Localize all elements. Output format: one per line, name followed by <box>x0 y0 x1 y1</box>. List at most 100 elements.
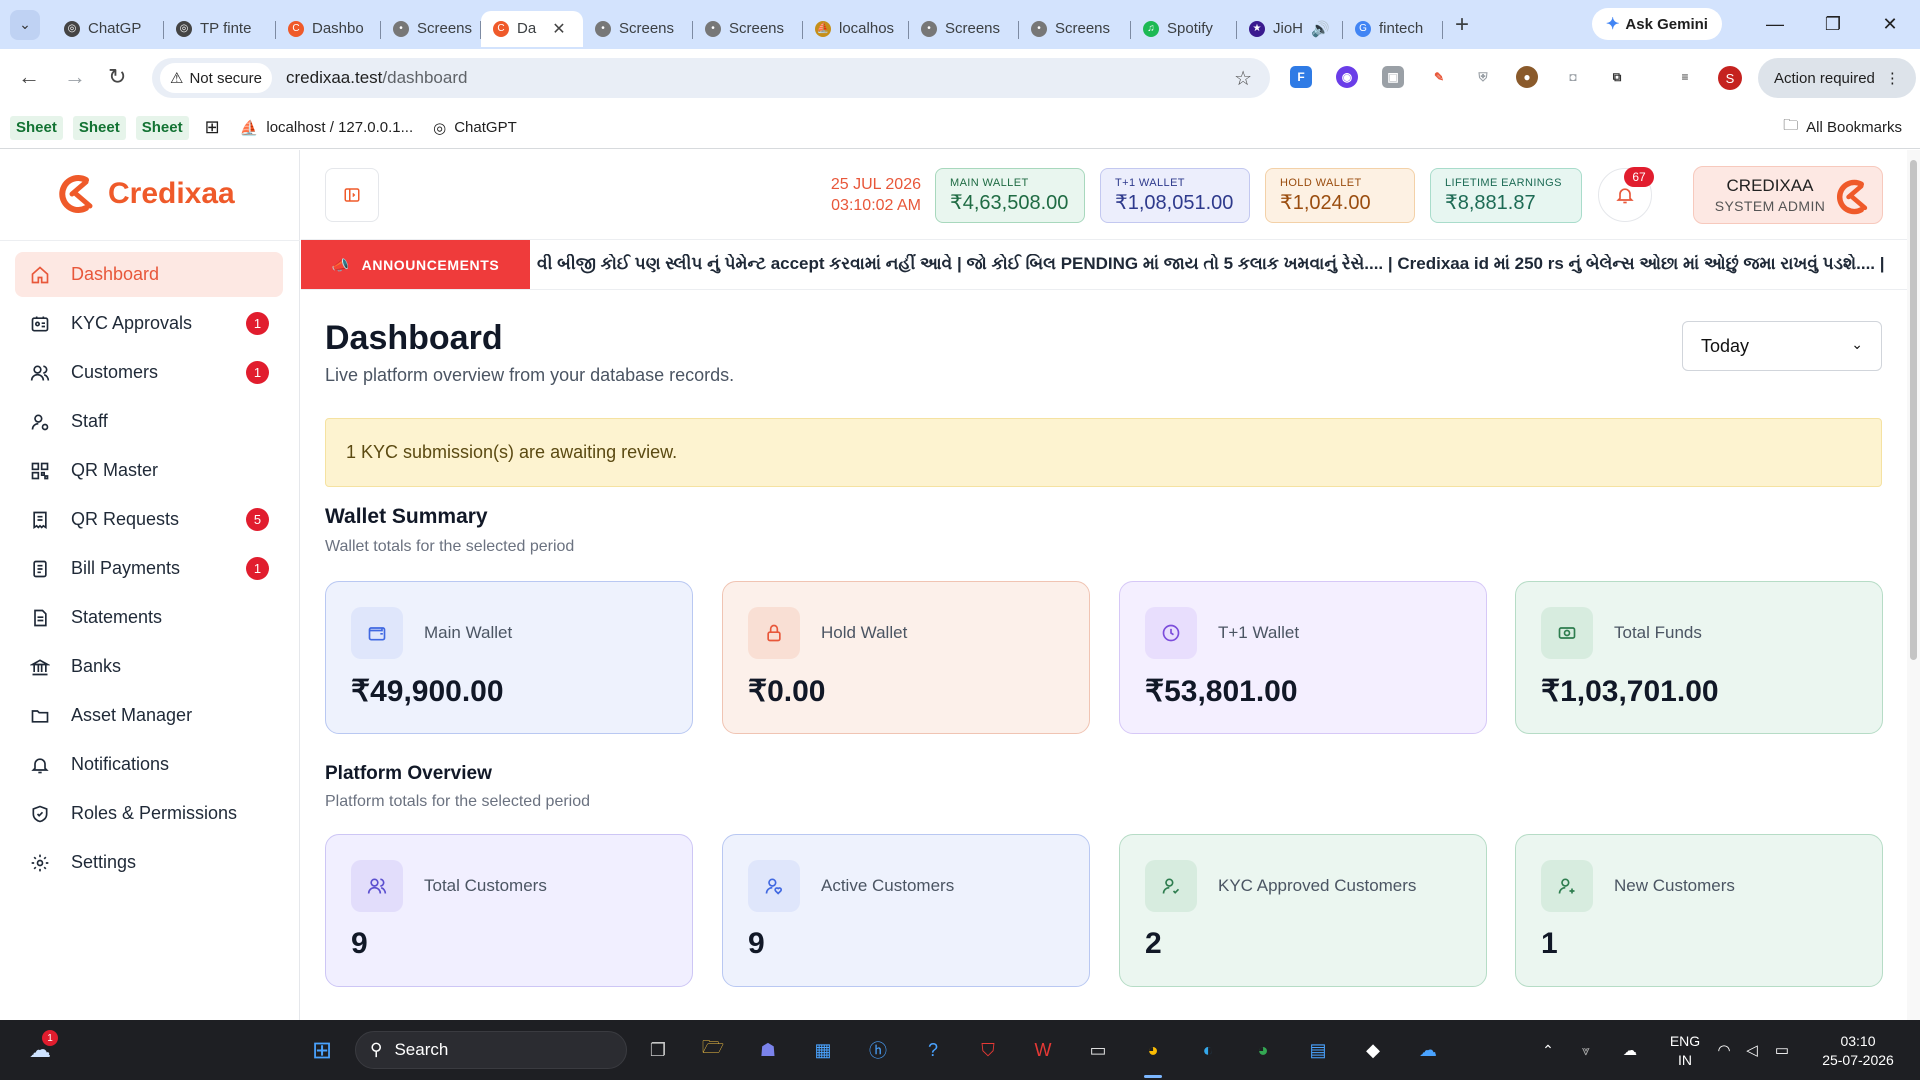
chrome-profile-icon[interactable]: ◕ <box>1245 1032 1281 1068</box>
action-required-button[interactable]: Action required ⋮ <box>1758 58 1916 98</box>
store-icon[interactable]: ▦ <box>805 1032 841 1068</box>
browser-tab[interactable]: ◎ ChatGP <box>52 11 164 47</box>
cloud-app-icon[interactable]: ☁ <box>1410 1032 1446 1068</box>
sidebar-item-kyc-approvals[interactable]: KYC Approvals 1 <box>15 301 283 346</box>
onedrive-icon[interactable]: ☁ <box>1612 1032 1648 1068</box>
puzzle-icon[interactable]: ⧉ <box>1606 66 1628 88</box>
system-clock[interactable]: 03:10 25-07-2026 <box>1808 1032 1908 1070</box>
t1-wallet-card[interactable]: T+1 Wallet ₹53,801.00 <box>1119 581 1487 734</box>
browser-tab[interactable]: ◎ TP finte <box>164 11 276 47</box>
main-wallet-card[interactable]: Main Wallet ₹49,900.00 <box>325 581 693 734</box>
omnibox[interactable]: ⚠ Not secure credixaa.test/dashboard ☆ <box>152 58 1270 98</box>
camera-icon[interactable]: ◘ <box>1562 66 1584 88</box>
sidebar-item-qr-requests[interactable]: QR Requests 5 <box>15 497 283 542</box>
sidebar-toggle-button[interactable] <box>325 168 379 222</box>
extension-icon[interactable]: ◉ <box>1336 66 1358 88</box>
profile-avatar[interactable]: S <box>1718 66 1742 90</box>
period-select[interactable]: Today ⌄ <box>1682 321 1882 371</box>
chrome-icon[interactable]: ◕ <box>1135 1032 1171 1068</box>
task-view-icon[interactable]: ❐ <box>640 1032 676 1068</box>
ask-gemini-button[interactable]: ✦ Ask Gemini <box>1592 8 1722 40</box>
apps-grid-icon[interactable]: ⊞ <box>205 117 220 138</box>
page-scrollbar[interactable] <box>1907 150 1920 1020</box>
sidebar-item-bill-payments[interactable]: Bill Payments 1 <box>15 546 283 591</box>
bookmark-star-icon[interactable]: ☆ <box>1234 66 1252 91</box>
hp-icon[interactable]: ⓗ <box>860 1032 896 1068</box>
bookmark-localhost[interactable]: ⛵ localhost / 127.0.0.1... <box>240 119 413 137</box>
browser-tab[interactable]: • Screens <box>1019 11 1131 47</box>
chevron-up-icon[interactable]: ⌃ <box>1530 1032 1566 1068</box>
browser-tab[interactable]: • Screens <box>381 11 481 47</box>
browser-tab[interactable]: • Screens <box>909 11 1019 47</box>
bookmark-sheet[interactable]: Sheet <box>135 115 189 140</box>
media-controls-icon[interactable]: ≡ <box>1674 66 1696 88</box>
notepad-icon[interactable]: ▤ <box>1300 1032 1336 1068</box>
sidebar-item-asset-manager[interactable]: Asset Manager <box>15 693 283 738</box>
color-picker-icon[interactable]: ✎ <box>1428 66 1450 88</box>
wps-office-icon[interactable]: W <box>1025 1032 1061 1068</box>
sidebar-item-notifications[interactable]: Notifications <box>15 742 283 787</box>
browser-tab[interactable]: ⛵ localhos <box>803 11 909 47</box>
browser-tab[interactable]: C Dashbo <box>276 11 381 47</box>
teams-icon[interactable]: ☗ <box>750 1032 786 1068</box>
sidebar-item-settings[interactable]: Settings <box>15 840 283 885</box>
close-tab-icon[interactable]: ✕ <box>552 19 565 39</box>
sidebar-item-customers[interactable]: Customers 1 <box>15 350 283 395</box>
new-customers-card[interactable]: New Customers 1 <box>1515 834 1883 987</box>
reload-icon[interactable]: ↻ <box>108 64 126 90</box>
sidebar-item-staff[interactable]: Staff <box>15 399 283 444</box>
sidebar-item-qr-master[interactable]: QR Master <box>15 448 283 493</box>
sidebar-item-banks[interactable]: Banks <box>15 644 283 689</box>
browser-tab[interactable]: ♫ Spotify <box>1131 11 1237 47</box>
tray-app-icon[interactable]: ⩔ <box>1568 1032 1604 1068</box>
tab-search-button[interactable]: ⌄ <box>10 9 40 40</box>
help-icon[interactable]: ? <box>915 1032 951 1068</box>
edge-icon[interactable]: ◐ <box>1190 1032 1226 1068</box>
cookie-icon[interactable]: ● <box>1516 66 1538 88</box>
taskbar-search[interactable]: ⚲ Search <box>355 1031 627 1069</box>
terminal-icon[interactable]: ▭ <box>1080 1032 1116 1068</box>
browser-tab[interactable]: • Screens <box>583 11 693 47</box>
forward-icon[interactable]: → <box>64 64 86 90</box>
t1-wallet-chip[interactable]: T+1 WALLET ₹1,08,051.00 <box>1100 168 1250 223</box>
browser-tab[interactable]: G fintech <box>1343 11 1443 47</box>
scrollbar-thumb[interactable] <box>1910 160 1917 660</box>
total-customers-card[interactable]: Total Customers 9 <box>325 834 693 987</box>
browser-tab[interactable]: • Screens <box>693 11 803 47</box>
minimize-button[interactable]: — <box>1745 0 1805 49</box>
battery-icon[interactable]: ▭ <box>1764 1032 1800 1068</box>
lifetime-earnings-chip[interactable]: LIFETIME EARNINGS ₹8,881.87 <box>1430 168 1582 223</box>
sidebar-item-roles-permissions[interactable]: Roles & Permissions <box>15 791 283 836</box>
sidebar-item-dashboard[interactable]: Dashboard <box>15 252 283 297</box>
site-info-chip[interactable]: ⚠ Not secure <box>160 63 272 93</box>
language-indicator[interactable]: ENG IN <box>1660 1032 1710 1070</box>
language-code: ENG <box>1669 1033 1701 1049</box>
back-icon[interactable]: ← <box>18 64 40 90</box>
extension-icon[interactable]: ▣ <box>1382 66 1404 88</box>
active-customers-card[interactable]: Active Customers 9 <box>722 834 1090 987</box>
total-funds-card[interactable]: Total Funds ₹1,03,701.00 <box>1515 581 1883 734</box>
file-explorer-icon[interactable]: 🗁 <box>695 1032 731 1068</box>
windows-start-icon[interactable]: ⊞ <box>304 1032 340 1068</box>
brand-logo[interactable]: Credixaa <box>56 172 235 216</box>
all-bookmarks-button[interactable]: 🗀 All Bookmarks <box>1783 115 1902 140</box>
new-tab-button[interactable]: + <box>1455 11 1469 39</box>
main-wallet-chip[interactable]: MAIN WALLET ₹4,63,508.00 <box>935 168 1085 223</box>
extension-icon[interactable]: F <box>1290 66 1312 88</box>
hold-wallet-chip[interactable]: HOLD WALLET ₹1,024.00 <box>1265 168 1415 223</box>
user-menu[interactable]: CREDIXAA SYSTEM ADMIN <box>1693 166 1883 224</box>
mcafee-icon[interactable]: ⛉ <box>970 1032 1006 1068</box>
shield-extension-icon[interactable]: ⛨ <box>1472 66 1494 88</box>
browser-tab-active[interactable]: C Da ✕ <box>481 10 583 47</box>
bookmark-sheet[interactable]: Sheet <box>72 115 126 140</box>
close-window-button[interactable]: ✕ <box>1860 0 1920 49</box>
kyc-approved-customers-card[interactable]: KYC Approved Customers 2 <box>1119 834 1487 987</box>
bookmark-sheet[interactable]: Sheet <box>10 115 63 140</box>
url-text[interactable]: credixaa.test/dashboard <box>286 68 467 88</box>
sidebar-item-statements[interactable]: Statements <box>15 595 283 640</box>
cursor-app-icon[interactable]: ◆ <box>1355 1032 1391 1068</box>
browser-tab[interactable]: ★ JioH 🔊 <box>1237 11 1343 47</box>
hold-wallet-card[interactable]: Hold Wallet ₹0.00 <box>722 581 1090 734</box>
restore-button[interactable]: ❐ <box>1803 0 1863 49</box>
bookmark-chatgpt[interactable]: ◎ ChatGPT <box>433 119 517 137</box>
